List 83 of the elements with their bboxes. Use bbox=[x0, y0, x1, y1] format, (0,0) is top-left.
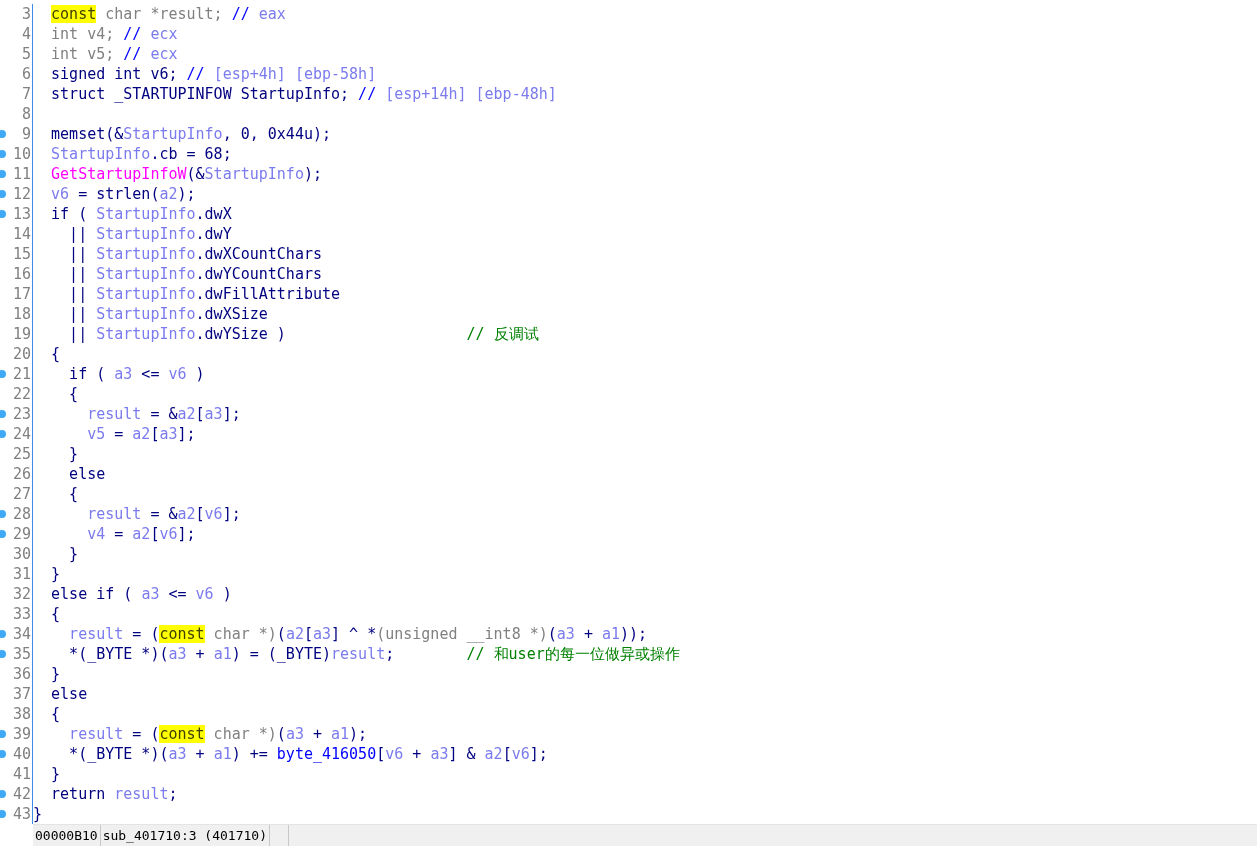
line-number: 9 bbox=[21, 125, 31, 143]
line-number: 24 bbox=[12, 425, 31, 443]
line-number: 21 bbox=[12, 365, 31, 383]
line-number: 43 bbox=[12, 805, 31, 823]
line-number: 3 bbox=[21, 5, 31, 23]
code-line: { bbox=[68, 384, 79, 404]
line-number: 15 bbox=[12, 245, 31, 263]
status-address: 00000B10 bbox=[33, 825, 101, 846]
line-number: 34 bbox=[12, 625, 31, 643]
line-number: 39 bbox=[12, 725, 31, 743]
line-number: 22 bbox=[12, 385, 31, 403]
line-number: 26 bbox=[12, 465, 31, 483]
line-number: 37 bbox=[12, 685, 31, 703]
line-number: 42 bbox=[12, 785, 31, 803]
code-line: result = &a2[a3]; bbox=[86, 404, 241, 424]
code-line: signed int v6; // [esp+4h] [ebp-58h] bbox=[50, 64, 377, 84]
line-number: 30 bbox=[12, 545, 31, 563]
line-number: 35 bbox=[12, 645, 31, 663]
line-number: 10 bbox=[12, 145, 31, 163]
code-line: v5 = a2[a3]; bbox=[86, 424, 196, 444]
line-number: 40 bbox=[12, 745, 31, 763]
line-number: 7 bbox=[21, 85, 31, 103]
line-number: 27 bbox=[12, 485, 31, 503]
code-line: int v5; // ecx bbox=[50, 44, 178, 64]
code-line: } bbox=[50, 764, 61, 784]
line-number: 41 bbox=[12, 765, 31, 783]
code-line: || StartupInfo.dwYSize ) // 反调试 bbox=[68, 324, 539, 344]
code-line: else if ( a3 <= v6 ) bbox=[50, 584, 232, 604]
line-number: 8 bbox=[21, 105, 31, 123]
line-number: 29 bbox=[12, 525, 31, 543]
code-line: || StartupInfo.dwYCountChars bbox=[68, 264, 322, 284]
code-line: else bbox=[50, 684, 88, 704]
code-line: result = (const char *)(a2[a3] ^ *(unsigned __int8 *)(a3 + a1)); bbox=[68, 624, 648, 644]
code-line: } bbox=[50, 564, 61, 584]
line-number: 31 bbox=[12, 565, 31, 583]
line-number: 38 bbox=[12, 705, 31, 723]
code-line: } bbox=[68, 444, 79, 464]
line-number: 25 bbox=[12, 445, 31, 463]
code-line: { bbox=[50, 344, 61, 364]
line-number: 19 bbox=[12, 325, 31, 343]
code-line: { bbox=[50, 604, 61, 624]
code-line: || StartupInfo.dwXSize bbox=[68, 304, 268, 324]
code-line: *(_BYTE *)(a3 + a1) = (_BYTE)result; // 和user的每一位做异或操作 bbox=[68, 644, 680, 664]
code-line: result = &a2[v6]; bbox=[86, 504, 241, 524]
code-line: memset(&StartupInfo, 0, 0x44u); bbox=[50, 124, 332, 144]
status-location: sub_401710:3 (401710) bbox=[100, 825, 270, 846]
line-number: 5 bbox=[21, 45, 31, 63]
line-number: 23 bbox=[12, 405, 31, 423]
code-line: v6 = strlen(a2); bbox=[50, 184, 196, 204]
code-line: } bbox=[50, 664, 61, 684]
line-number: 11 bbox=[12, 165, 31, 183]
code-line: if ( StartupInfo.dwX bbox=[50, 204, 232, 224]
code-line: } bbox=[68, 544, 79, 564]
line-number: 18 bbox=[12, 305, 31, 323]
line-number: 17 bbox=[12, 285, 31, 303]
code-line: || StartupInfo.dwY bbox=[68, 224, 232, 244]
code-line: if ( a3 <= v6 ) bbox=[68, 364, 205, 384]
line-number: 16 bbox=[12, 265, 31, 283]
code-line: else bbox=[68, 464, 106, 484]
line-number: 33 bbox=[12, 605, 31, 623]
code-line: int v4; // ecx bbox=[50, 24, 178, 44]
line-number: 13 bbox=[12, 205, 31, 223]
line-number: 28 bbox=[12, 505, 31, 523]
code-line: { bbox=[68, 484, 79, 504]
code-line: || StartupInfo.dwFillAttribute bbox=[68, 284, 341, 304]
code-line: } bbox=[33, 804, 43, 824]
line-number: 20 bbox=[12, 345, 31, 363]
code-line: { bbox=[50, 704, 61, 724]
code-line: StartupInfo.cb = 68; bbox=[50, 144, 232, 164]
line-number: 14 bbox=[12, 225, 31, 243]
code-line: *(_BYTE *)(a3 + a1) += byte_416050[v6 + a3] & a2[v6]; bbox=[68, 744, 548, 764]
code-line: || StartupInfo.dwXCountChars bbox=[68, 244, 322, 264]
line-number: 32 bbox=[12, 585, 31, 603]
code-line: result = (const char *)(a3 + a1); bbox=[68, 724, 368, 744]
line-number: 36 bbox=[12, 665, 31, 683]
code-line: v4 = a2[v6]; bbox=[86, 524, 196, 544]
code-line: return result; bbox=[50, 784, 178, 804]
line-number: 6 bbox=[21, 65, 31, 83]
code-line: GetStartupInfoW(&StartupInfo); bbox=[50, 164, 322, 184]
code-line: struct _STARTUPINFOW StartupInfo; // [esp+14h] [ebp-48h] bbox=[50, 84, 557, 104]
line-number: 4 bbox=[21, 25, 31, 43]
line-number: 12 bbox=[12, 185, 31, 203]
code-line: const char *result; // eax bbox=[50, 4, 286, 24]
